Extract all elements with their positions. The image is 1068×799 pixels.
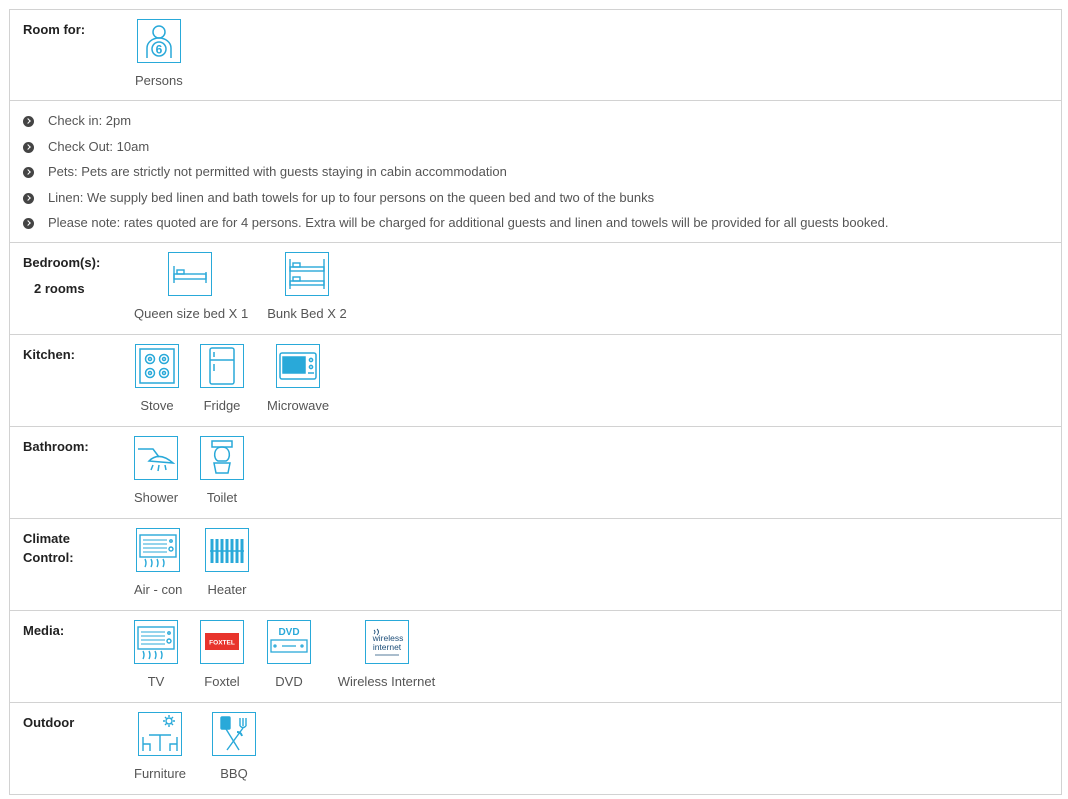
persons-caption: Persons (135, 73, 183, 88)
svg-text:internet: internet (372, 642, 401, 652)
furniture-icon (138, 712, 183, 756)
queen-bed-item: Queen size bed X 1 (134, 252, 248, 321)
foxtel-item: FOXTEL Foxtel (200, 620, 244, 689)
stove-icon (135, 344, 179, 388)
heater-item: Heater (205, 528, 249, 597)
arrow-circle-icon (23, 141, 34, 153)
persons-item: 6 Persons (135, 19, 183, 88)
kitchen-section: Kitchen: Stove Fridge Microwave (10, 335, 1061, 427)
toilet-icon (200, 436, 244, 480)
furniture-item: Furniture (134, 712, 186, 781)
bathroom-section: Bathroom: Shower Toilet (10, 427, 1061, 519)
arrow-circle-icon (23, 218, 34, 230)
list-item: Pets: Pets are strictly not permitted wi… (23, 162, 888, 188)
media-label: Media: (23, 623, 65, 638)
persons-icon: 6 (136, 19, 181, 63)
stove-item: Stove (135, 344, 179, 413)
shower-item: Shower (134, 436, 178, 505)
bedrooms-section: Bedroom(s): 2 rooms Queen size bed X 1 B… (10, 243, 1061, 335)
bbq-item: BBQ (212, 712, 256, 781)
notes-list: Check in: 2pm Check Out: 10am Pets: Pets… (23, 111, 888, 239)
wireless-internet-icon: wireless internet (364, 620, 409, 664)
list-item: Linen: We supply bed linen and bath towe… (23, 188, 888, 214)
aircon-icon (136, 528, 181, 572)
rooms-count: 2 rooms (34, 281, 85, 296)
list-item: Check Out: 10am (23, 137, 888, 163)
kitchen-label: Kitchen: (23, 347, 75, 362)
arrow-circle-icon (23, 192, 34, 204)
heater-icon (205, 528, 249, 572)
room-for-label: Room for: (23, 22, 86, 37)
toilet-item: Toilet (200, 436, 244, 505)
property-features-table: Room for: 6 Persons Check in: 2pm Check … (9, 9, 1062, 795)
fridge-icon (200, 344, 244, 388)
wireless-internet-item: wireless internet Wireless Internet (334, 620, 439, 689)
room-for-section: Room for: 6 Persons (10, 10, 1061, 101)
microwave-icon (276, 344, 321, 388)
outdoor-label: Outdoor (23, 715, 75, 730)
bathroom-label: Bathroom: (23, 439, 89, 454)
microwave-item: Microwave (267, 344, 329, 413)
bunk-bed-item: Bunk Bed X 2 (266, 252, 348, 321)
arrow-circle-icon (23, 116, 34, 127)
bedrooms-label: Bedroom(s): (23, 255, 101, 270)
bbq-icon (212, 712, 256, 756)
climate-label: Climate Control: (23, 531, 74, 565)
notes-section: Check in: 2pm Check Out: 10am Pets: Pets… (10, 101, 1061, 243)
media-section: Media: TV FOXTEL Foxtel DVD DVD wireless… (10, 611, 1061, 703)
dvd-icon: DVD (267, 620, 311, 664)
outdoor-section: Outdoor Furniture BBQ (10, 703, 1061, 795)
dvd-item: DVD DVD (267, 620, 311, 689)
list-item: Check in: 2pm (23, 111, 888, 137)
shower-icon (134, 436, 179, 480)
bunk-bed-icon (285, 252, 329, 296)
aircon-item: Air - con (134, 528, 182, 597)
tv-icon (134, 620, 178, 664)
foxtel-icon: FOXTEL (200, 620, 244, 664)
fridge-item: Fridge (200, 344, 244, 413)
persons-count: 6 (156, 43, 163, 57)
climate-section: Climate Control: Air - con Heater (10, 519, 1061, 611)
tv-item: TV (134, 620, 178, 689)
arrow-circle-icon (23, 167, 34, 179)
svg-text:FOXTEL: FOXTEL (209, 640, 235, 647)
list-item: Please note: rates quoted are for 4 pers… (23, 213, 888, 239)
queen-bed-icon (168, 252, 212, 296)
svg-text:DVD: DVD (278, 627, 299, 638)
